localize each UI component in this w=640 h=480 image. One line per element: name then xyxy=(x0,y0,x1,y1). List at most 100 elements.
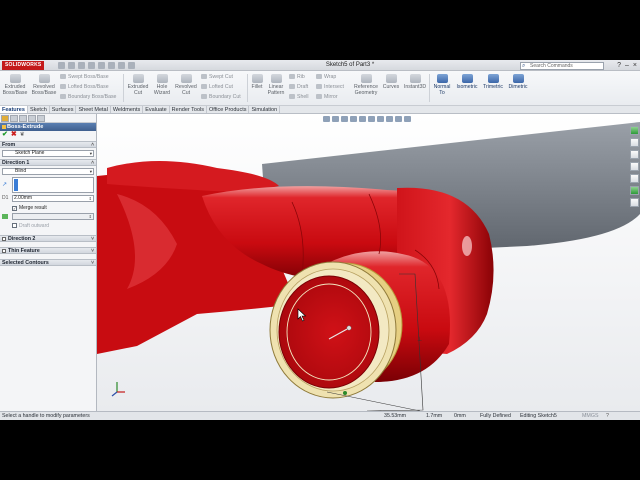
unit-system[interactable]: MMGS xyxy=(582,412,598,420)
solidworks-window: SOLIDWORKS Sketch5 of Part3 * ⌕ Search C… xyxy=(0,60,640,420)
scene-icon[interactable] xyxy=(395,116,402,122)
display-tab-icon[interactable] xyxy=(37,115,45,122)
tab-evaluate[interactable]: Evaluate xyxy=(143,106,170,113)
display-style-icon[interactable] xyxy=(368,116,375,122)
draft-angle-field[interactable]: ⇕ xyxy=(2,213,94,220)
close-icon[interactable]: × xyxy=(633,61,637,70)
dimxpert-tab-icon[interactable] xyxy=(28,115,36,122)
save-icon[interactable] xyxy=(78,62,85,69)
model-view[interactable]: ⊥ xyxy=(97,114,640,411)
zoom-area-icon[interactable] xyxy=(332,116,339,122)
ok-check-icon[interactable]: ✔ xyxy=(2,131,8,139)
merge-result-checkbox[interactable]: ✓ Merge result xyxy=(12,205,96,211)
view-palette-icon[interactable] xyxy=(630,162,639,171)
spinner-icon[interactable]: ⇕ xyxy=(89,214,92,219)
resources-icon[interactable] xyxy=(630,126,639,135)
draft-button[interactable]: Draft xyxy=(289,84,308,90)
tab-render-tools[interactable]: Render Tools xyxy=(170,106,207,113)
direction2-checkbox-icon[interactable] xyxy=(2,237,6,241)
view-settings-icon[interactable] xyxy=(404,116,411,122)
instant3d-button[interactable]: Instant3D xyxy=(402,74,428,90)
reference-geometry-icon xyxy=(360,74,372,83)
view-orientation-icon[interactable] xyxy=(359,116,366,122)
appearances-icon[interactable] xyxy=(630,174,639,183)
extruded-cut-button[interactable]: Extruded Cut xyxy=(125,74,151,96)
draft-outward-checkbox[interactable]: Draft outward xyxy=(12,223,96,229)
selected-contours-section-header[interactable]: Selected Contours ˅ xyxy=(0,259,96,266)
from-section-header[interactable]: From ˄ xyxy=(0,141,96,148)
fillet-button[interactable]: Fillet xyxy=(249,74,265,90)
sketch-construction-line xyxy=(326,391,421,411)
mirror-button[interactable]: Mirror xyxy=(316,94,338,100)
tab-simulation[interactable]: Simulation xyxy=(249,106,281,113)
cancel-x-icon[interactable]: ✖ xyxy=(11,131,17,139)
direction-selection-box[interactable]: ↗ xyxy=(2,177,94,193)
search-commands-input[interactable]: ⌕ Search Commands xyxy=(520,62,604,70)
previous-view-icon[interactable] xyxy=(341,116,348,122)
red-cap-face[interactable] xyxy=(278,275,380,389)
tab-sketch[interactable]: Sketch xyxy=(28,106,50,113)
wrap-button[interactable]: Wrap xyxy=(316,74,336,80)
new-icon[interactable] xyxy=(58,62,65,69)
trimetric-button[interactable]: Trimetric xyxy=(480,74,506,90)
solidworks-forum-icon[interactable] xyxy=(630,198,639,207)
extruded-boss-button[interactable]: Extruded Boss/Base xyxy=(2,74,28,96)
extrude-handle-dot[interactable] xyxy=(346,325,352,331)
hide-show-icon[interactable] xyxy=(377,116,384,122)
normal-to-button[interactable]: Normal To xyxy=(431,74,453,96)
revolved-boss-button[interactable]: Revolved Boss/Base xyxy=(30,74,58,96)
revolved-cut-button[interactable]: Revolved Cut xyxy=(173,74,199,96)
configuration-tab-icon[interactable] xyxy=(19,115,27,122)
isometric-button[interactable]: Isometric xyxy=(454,74,480,90)
minimize-icon[interactable]: – xyxy=(625,61,629,70)
sketch-point[interactable] xyxy=(343,391,347,395)
thin-feature-checkbox-icon[interactable] xyxy=(2,249,6,253)
options-icon[interactable] xyxy=(128,62,135,69)
direction1-section-header[interactable]: Direction 1 ˄ xyxy=(0,159,96,166)
help-icon[interactable]: ? xyxy=(606,412,609,420)
hole-wizard-button[interactable]: Hole Wizard xyxy=(151,74,173,96)
spinner-icon[interactable]: ⇕ xyxy=(89,196,92,201)
zoom-to-fit-icon[interactable] xyxy=(323,116,330,122)
curves-button[interactable]: Curves xyxy=(381,74,401,90)
boundary-boss-button[interactable]: Boundary Boss/Base xyxy=(60,94,116,100)
swept-cut-button[interactable]: Swept Cut xyxy=(201,74,233,80)
open-icon[interactable] xyxy=(68,62,75,69)
tab-features[interactable]: Features xyxy=(0,106,28,113)
solidworks-logo[interactable]: SOLIDWORKS xyxy=(2,61,45,70)
design-library-icon[interactable] xyxy=(630,138,639,147)
print-icon[interactable] xyxy=(88,62,95,69)
custom-properties-icon[interactable] xyxy=(630,186,639,195)
feature-tree-tab-icon[interactable] xyxy=(1,115,9,122)
rib-button[interactable]: Rib xyxy=(289,74,305,80)
undo-icon[interactable] xyxy=(98,62,105,69)
swept-boss-button[interactable]: Swept Boss/Base xyxy=(60,74,109,80)
dimetric-button[interactable]: Dimetric xyxy=(506,74,530,90)
intersect-button[interactable]: Intersect xyxy=(316,84,344,90)
shell-button[interactable]: Shell xyxy=(289,94,309,100)
thin-feature-section-header[interactable]: Thin Feature ˅ xyxy=(0,247,96,254)
draft-icon[interactable] xyxy=(2,214,8,219)
help-icon[interactable]: ? xyxy=(617,61,621,70)
from-dropdown[interactable]: Sketch Plane ▾ xyxy=(2,150,94,157)
select-icon[interactable] xyxy=(108,62,115,69)
lofted-boss-button[interactable]: Lofted Boss/Base xyxy=(60,84,109,90)
boundary-cut-button[interactable]: Boundary Cut xyxy=(201,94,241,100)
reference-geometry-button[interactable]: Reference Geometry xyxy=(350,74,382,96)
section-view-icon[interactable] xyxy=(350,116,357,122)
end-condition-dropdown[interactable]: Blind ▾ xyxy=(2,168,94,175)
tab-weldments[interactable]: Weldments xyxy=(111,106,144,113)
tab-surfaces[interactable]: Surfaces xyxy=(50,106,77,113)
linear-pattern-button[interactable]: Linear Pattern xyxy=(265,74,287,96)
detailed-preview-icon[interactable]: ❦ xyxy=(20,131,25,139)
property-manager-tab-icon[interactable] xyxy=(10,115,18,122)
tab-sheet-metal[interactable]: Sheet Metal xyxy=(76,106,111,113)
direction2-section-header[interactable]: Direction 2 ˅ xyxy=(0,235,96,242)
graphics-area[interactable]: ⊥ xyxy=(97,114,640,411)
lofted-cut-button[interactable]: Lofted Cut xyxy=(201,84,233,90)
rebuild-icon[interactable] xyxy=(118,62,125,69)
depth-field[interactable]: D1 2.00mm ⇕ xyxy=(2,195,94,202)
appearance-icon[interactable] xyxy=(386,116,393,122)
tab-office-products[interactable]: Office Products xyxy=(207,106,250,113)
file-explorer-icon[interactable] xyxy=(630,150,639,159)
